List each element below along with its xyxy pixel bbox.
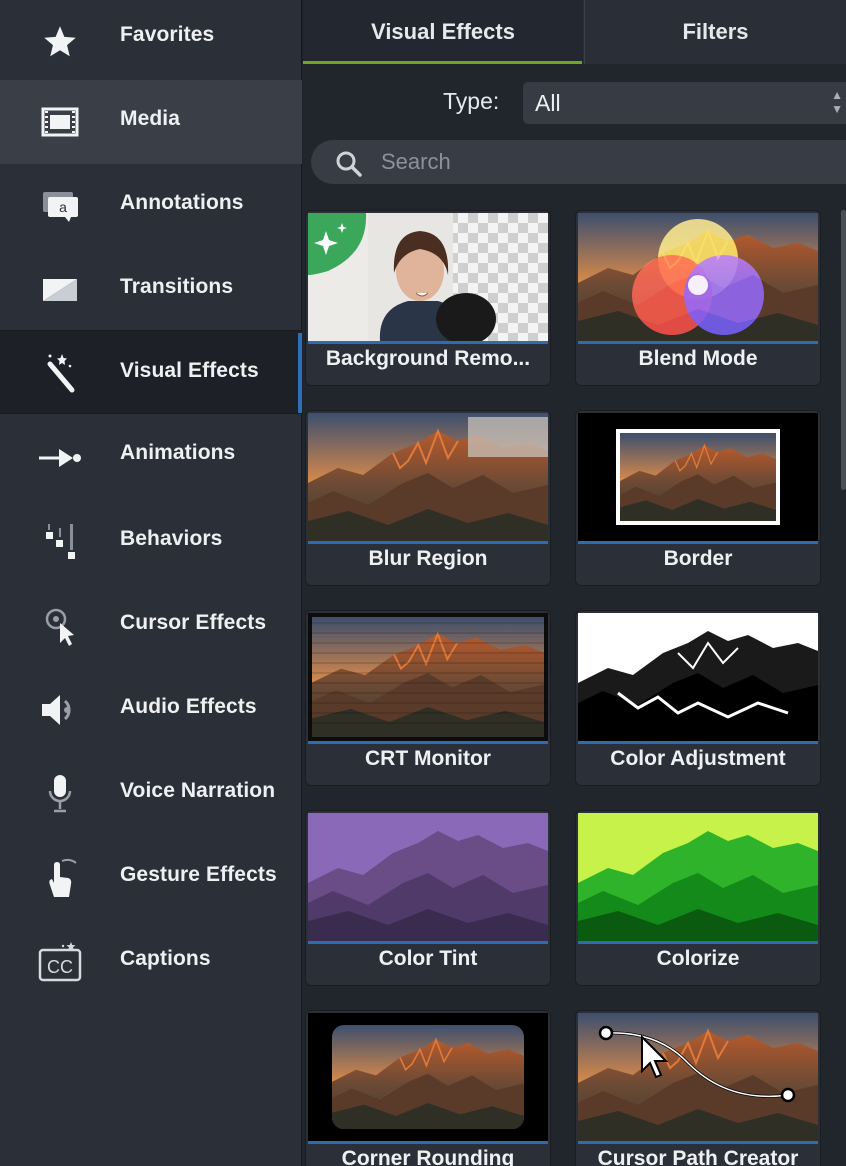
effect-thumbnail <box>578 1013 818 1141</box>
effect-label: Border <box>663 547 733 570</box>
speaker-icon <box>36 690 84 730</box>
type-filter-value: All <box>535 90 561 116</box>
type-filter-label: Type: <box>443 88 500 114</box>
sidebar-item-captions[interactable]: CC Captions <box>0 920 302 1004</box>
svg-text:a: a <box>59 199 67 215</box>
sidebar-item-annotations[interactable]: a Annotations <box>0 164 302 248</box>
sidebar-item-label: Behaviors <box>120 527 223 550</box>
type-filter-select[interactable]: All ▲ ▼ <box>523 82 846 124</box>
sidebar-item-favorites[interactable]: Favorites <box>0 0 302 84</box>
effects-panel: Visual Effects Filters Type: All ▲ ▼ Sea… <box>303 0 846 1166</box>
film-icon <box>36 102 84 142</box>
sidebar-item-animations[interactable]: Animations <box>0 416 302 500</box>
selection-bar <box>308 741 548 744</box>
selection-bar <box>578 941 818 944</box>
effect-label: Colorize <box>656 947 740 970</box>
sidebar-item-label: Captions <box>120 947 211 970</box>
tab-bar: Visual Effects Filters <box>303 0 846 64</box>
effect-label: Color Adjustment <box>610 747 786 770</box>
effect-thumbnail <box>308 813 548 941</box>
effect-card-border[interactable]: Border <box>575 410 821 586</box>
effect-thumbnail <box>578 413 818 541</box>
sidebar-item-cursor-effects[interactable]: Cursor Effects <box>0 584 302 668</box>
effect-label: Color Tint <box>378 947 478 970</box>
sidebar-item-label: Favorites <box>120 23 215 46</box>
sidebar-item-label: Voice Narration <box>120 779 276 802</box>
sidebar-item-behaviors[interactable]: Behaviors <box>0 500 302 584</box>
cc-icon: CC <box>36 942 84 982</box>
effect-card-crt-monitor[interactable]: CRT Monitor <box>305 610 551 786</box>
sidebar: Favorites Media a Annotations Transition… <box>0 0 302 1166</box>
microphone-icon <box>36 774 84 814</box>
effect-card-color-adjustment[interactable]: Color Adjustment <box>575 610 821 786</box>
selection-bar <box>308 1141 548 1144</box>
effect-thumbnail <box>578 213 818 341</box>
effect-card-blur-region[interactable]: Blur Region <box>305 410 551 586</box>
magic-wand-icon <box>36 353 84 393</box>
hand-gesture-icon <box>36 858 84 898</box>
sidebar-item-label: Cursor Effects <box>120 611 267 634</box>
effect-card-colorize[interactable]: Colorize <box>575 810 821 986</box>
sidebar-item-label: Transitions <box>120 275 234 298</box>
effect-card-background-removal[interactable]: Background Remo... <box>305 210 551 386</box>
selection-bar <box>578 741 818 744</box>
effect-label: Cursor Path Creator <box>597 1147 799 1166</box>
sidebar-item-visual-effects[interactable]: Visual Effects <box>0 330 302 414</box>
search-input[interactable] <box>381 144 781 180</box>
sidebar-item-label: Audio Effects <box>120 695 257 718</box>
sidebar-item-gesture-effects[interactable]: Gesture Effects <box>0 836 302 920</box>
effect-card-blend-mode[interactable]: Blend Mode <box>575 210 821 386</box>
sidebar-item-voice-narration[interactable]: Voice Narration <box>0 752 302 836</box>
effect-label: Blur Region <box>368 547 488 570</box>
sidebar-item-label: Visual Effects <box>120 359 259 382</box>
selection-bar <box>578 1141 818 1144</box>
tab-visual-effects[interactable]: Visual Effects <box>303 0 583 64</box>
sidebar-item-label: Media <box>120 107 181 130</box>
chevron-updown-icon: ▲ ▼ <box>831 88 843 116</box>
search-icon <box>336 151 362 177</box>
effect-card-corner-rounding[interactable]: Corner Rounding <box>305 1010 551 1166</box>
sidebar-item-label: Annotations <box>120 191 244 214</box>
svg-text:CC: CC <box>47 957 73 977</box>
selection-bar <box>308 941 548 944</box>
animation-arrow-icon <box>36 438 84 478</box>
effect-label: CRT Monitor <box>365 747 491 770</box>
star-icon <box>36 22 84 62</box>
selection-bar <box>308 541 548 544</box>
sidebar-item-label: Gesture Effects <box>120 863 277 886</box>
effect-card-color-tint[interactable]: Color Tint <box>305 810 551 986</box>
sidebar-item-transitions[interactable]: Transitions <box>0 248 302 332</box>
selection-bar <box>578 341 818 344</box>
cursor-icon <box>36 606 84 646</box>
selection-bar <box>578 541 818 544</box>
effect-thumbnail <box>578 813 818 941</box>
effect-thumbnail <box>308 613 548 741</box>
effect-label: Blend Mode <box>638 347 758 370</box>
effect-thumbnail <box>308 213 548 341</box>
effect-card-cursor-path-creator[interactable]: Cursor Path Creator <box>575 1010 821 1166</box>
effect-thumbnail <box>308 1013 548 1141</box>
sidebar-item-label: Animations <box>120 441 236 464</box>
tab-filters[interactable]: Filters <box>584 0 846 64</box>
effect-label: Background Remo... <box>325 347 531 370</box>
effect-thumbnail <box>308 413 548 541</box>
sidebar-item-media[interactable]: Media <box>0 80 302 164</box>
transition-icon <box>36 270 84 310</box>
sidebar-item-audio-effects[interactable]: Audio Effects <box>0 668 302 752</box>
annotation-icon: a <box>36 186 84 226</box>
search-box[interactable] <box>311 140 846 184</box>
behaviors-icon <box>36 522 84 562</box>
selection-bar <box>308 341 548 344</box>
effect-label: Corner Rounding <box>341 1147 515 1166</box>
effect-thumbnail <box>578 613 818 741</box>
scrollbar[interactable] <box>841 210 846 490</box>
